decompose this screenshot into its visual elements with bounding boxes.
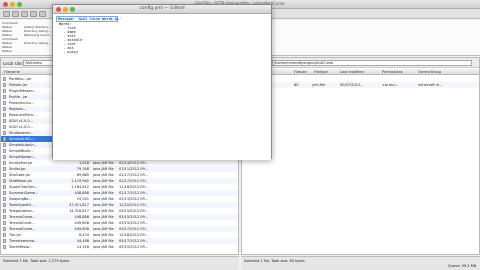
remote-tree-icon[interactable] bbox=[30, 11, 37, 17]
file-icon bbox=[3, 215, 6, 219]
file-icon bbox=[3, 113, 6, 117]
local-site-label: Local site: bbox=[3, 61, 24, 66]
text-editor-window: config.yml — Edited Message: '&c&l Curse… bbox=[52, 4, 272, 160]
remote-status-text: Selected 1 file. Total size: 80 bytes bbox=[244, 259, 305, 263]
file-icon bbox=[3, 221, 6, 225]
file-icon bbox=[3, 95, 6, 99]
col-filesize[interactable]: Filesize bbox=[294, 70, 307, 74]
cell-name: TorchMessa... bbox=[9, 245, 33, 249]
file-icon bbox=[3, 89, 6, 93]
editor-title: config.yml — Edited bbox=[139, 6, 185, 11]
cell-size: 80 bbox=[294, 83, 299, 87]
editor-line: Message: '&c&l Curse Words &l' bbox=[58, 17, 122, 21]
table-row[interactable]: TorchMessa... 14,318 java JAR file 05/15/20… bbox=[1, 244, 238, 250]
file-icon bbox=[3, 197, 6, 201]
file-icon bbox=[3, 143, 6, 147]
file-icon bbox=[3, 209, 6, 213]
col-filename[interactable]: Filename bbox=[4, 70, 20, 74]
file-icon bbox=[3, 107, 6, 111]
table-row[interactable]: config.yml80yml-file00/07/2012...-rw-rw-… bbox=[242, 82, 479, 88]
file-icon bbox=[3, 227, 6, 231]
file-icon bbox=[3, 101, 6, 105]
file-icon bbox=[3, 233, 6, 237]
log-label: Status: bbox=[2, 49, 13, 53]
col-modified[interactable]: Last modified bbox=[340, 70, 364, 74]
remote-column-header: Filename Filesize Filetype Last modified… bbox=[242, 69, 479, 75]
queue-status: Queue: 99.2 MB bbox=[447, 264, 476, 268]
log-message: Directory listing... bbox=[24, 41, 51, 45]
cell-modified: 05/15/2012 09... bbox=[119, 245, 149, 249]
file-icon bbox=[3, 125, 6, 129]
col-filetype[interactable]: Filetype bbox=[314, 70, 328, 74]
cell-modified: 00/07/2012... bbox=[340, 83, 364, 87]
cell-type: java JAR file bbox=[93, 245, 114, 249]
cell-size: 14,318 bbox=[76, 245, 89, 249]
file-icon bbox=[3, 131, 6, 135]
file-icon bbox=[3, 161, 6, 165]
log-toggle-icon[interactable] bbox=[12, 11, 19, 17]
remote-file-pane[interactable]: Remote site: /home/mineraft/plugins/Anti… bbox=[241, 57, 480, 255]
local-tree-icon[interactable] bbox=[21, 11, 28, 17]
file-icon bbox=[3, 77, 6, 81]
file-icon bbox=[3, 137, 6, 141]
cell-perms: -rw-rw-r-- bbox=[382, 83, 399, 87]
file-icon bbox=[3, 185, 6, 189]
editor-line: - pussy bbox=[59, 50, 78, 54]
remote-site-bar: Remote site: /home/mineraft/plugins/Anti… bbox=[242, 58, 479, 68]
queue-icon[interactable] bbox=[39, 11, 46, 17]
cell-type: yml-file bbox=[312, 83, 326, 87]
col-permissions[interactable]: Permissions bbox=[382, 70, 403, 74]
file-icon bbox=[3, 149, 6, 153]
file-icon bbox=[3, 239, 6, 243]
log-message: Retrieving direct... bbox=[24, 33, 52, 37]
col-owner[interactable]: Owner/Group bbox=[418, 70, 441, 74]
file-icon bbox=[3, 179, 6, 183]
file-icon bbox=[3, 119, 6, 123]
file-icon bbox=[3, 191, 6, 195]
file-icon bbox=[3, 245, 6, 249]
file-icon bbox=[3, 83, 6, 87]
file-icon bbox=[3, 173, 6, 177]
file-icon bbox=[3, 155, 6, 159]
editor-text-area[interactable]: Message: '&c&l Curse Words &l' Words: - … bbox=[53, 14, 271, 160]
remote-site-input[interactable]: /home/mineraft/plugins/AntiCurse bbox=[272, 60, 472, 66]
cell-owner: minecraft m... bbox=[418, 83, 443, 87]
local-status-text: Selected 1 file. Total size: 2,279 bytes bbox=[3, 259, 70, 263]
file-icon bbox=[3, 167, 6, 171]
remote-status-bar: Selected 1 file. Total size: 80 bytes Qu… bbox=[241, 256, 480, 270]
local-status-bar: Selected 1 file. Total size: 2,279 bytes bbox=[0, 256, 239, 270]
site-manager-icon[interactable] bbox=[3, 11, 10, 17]
editor-titlebar: config.yml — Edited bbox=[53, 5, 271, 14]
file-icon bbox=[3, 203, 6, 207]
